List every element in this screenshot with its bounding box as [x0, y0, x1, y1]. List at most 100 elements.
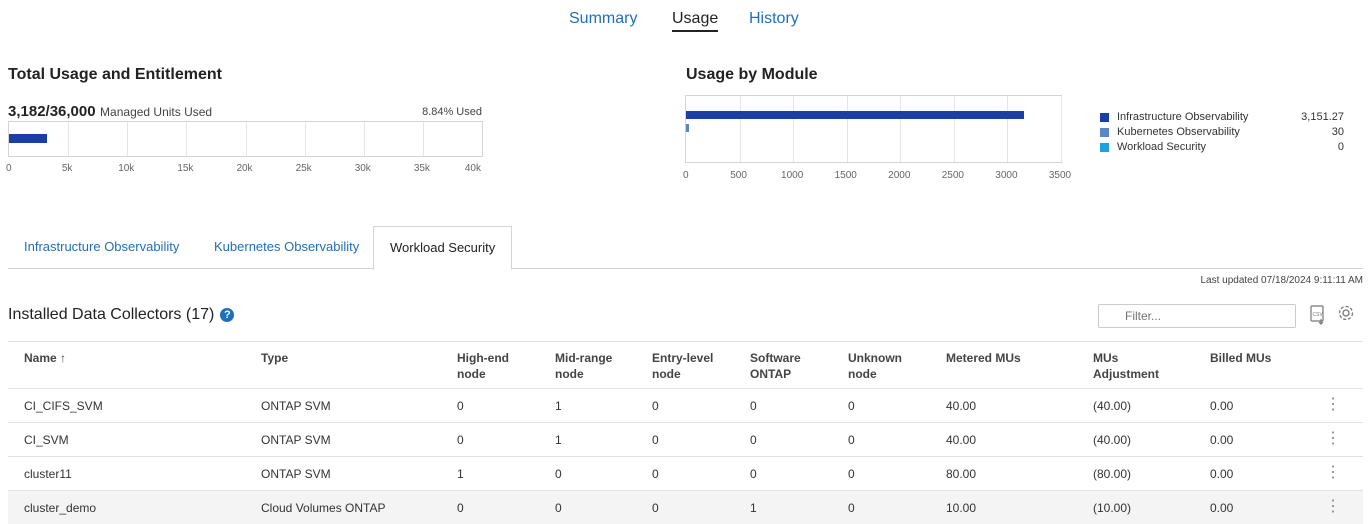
- gear-icon[interactable]: [1337, 304, 1355, 327]
- usage-by-module-chart: [685, 95, 1062, 163]
- svg-text:CSV: CSV: [1313, 312, 1324, 318]
- row-menu-icon[interactable]: ⋮: [1325, 462, 1341, 482]
- column-header[interactable]: Metered MUs: [946, 350, 1021, 366]
- table-cell: 1: [555, 399, 562, 413]
- help-icon[interactable]: ?: [220, 308, 235, 322]
- usage-axis-tick: 20k: [236, 163, 253, 174]
- table-cell: 0: [652, 501, 659, 515]
- usage-headline-value: 3,182/36,000: [8, 103, 96, 120]
- table-row[interactable]: cluster_demo Cloud Volumes ONTAP 0 0 0 1 0 10.0…: [0, 490, 1371, 524]
- module-gridline: [1061, 96, 1062, 162]
- table-cell: 0: [555, 467, 562, 481]
- module-gridline: [1007, 96, 1009, 162]
- usage-gridline: [186, 122, 188, 156]
- table-cell: ONTAP SVM: [261, 399, 331, 413]
- legend-value: 0: [1337, 141, 1344, 153]
- column-header[interactable]: MUs Adjustment: [1093, 350, 1159, 382]
- legend-swatch: [1100, 112, 1109, 122]
- table-cell: (40.00): [1093, 399, 1132, 413]
- module-axis-tick: 2000: [888, 170, 911, 181]
- usage-by-module-title: Usage by Module: [686, 66, 818, 83]
- column-header[interactable]: Mid-range node: [555, 350, 612, 382]
- tab-history[interactable]: History: [749, 10, 799, 28]
- table-cell: 0: [457, 501, 464, 515]
- usage-headline: 3,182/36,000 Managed Units Used: [8, 103, 212, 121]
- table-cell: 40.00: [946, 399, 977, 413]
- table-cell: 0: [848, 399, 855, 413]
- module-gridline: [793, 96, 795, 162]
- usage-gridline: [68, 122, 70, 156]
- row-menu-icon[interactable]: ⋮: [1325, 394, 1341, 414]
- module-axis-tick: 2500: [941, 170, 964, 181]
- collectors-title: Installed Data Collectors (17): [8, 306, 215, 323]
- column-header[interactable]: Billed MUs: [1210, 350, 1271, 366]
- table-cell: ONTAP SVM: [261, 467, 331, 481]
- usage-gridline: [422, 122, 424, 156]
- tab-summary[interactable]: Summary: [569, 10, 637, 28]
- usage-by-module-axis: 0 500 1000 1500 2000 2500 3000 3500: [683, 170, 1071, 182]
- legend-label: Infrastructure Observability: [1117, 111, 1249, 123]
- usage-axis-tick: 30k: [354, 163, 371, 174]
- tab-kubernetes-observability[interactable]: Kubernetes Observability: [198, 226, 375, 268]
- total-usage-axis: 0 5k 10k 15k 20k 25k 30k 35k 40k: [6, 163, 481, 175]
- table-cell: 0: [848, 433, 855, 447]
- total-usage-chart: [8, 121, 483, 157]
- table-row[interactable]: CI_SVM ONTAP SVM 0 1 0 0 0 40.00 (40.00) 0.00 ⋮: [0, 422, 1371, 456]
- table-cell: (80.00): [1093, 467, 1132, 481]
- table-cell: 0: [457, 399, 464, 413]
- table-top-divider: [8, 341, 1363, 342]
- table-cell: 1: [555, 433, 562, 447]
- table-cell: (10.00): [1093, 501, 1132, 515]
- table-cell: 0: [750, 433, 757, 447]
- tab-usage[interactable]: Usage: [672, 10, 719, 32]
- module-axis-tick: 3000: [995, 170, 1018, 181]
- usage-gridline: [363, 122, 365, 156]
- module-axis-tick: 1500: [834, 170, 857, 181]
- filter-input[interactable]: [1098, 304, 1296, 328]
- table-cell: 0: [848, 501, 855, 515]
- table-cell: ONTAP SVM: [261, 433, 331, 447]
- table-cell: 0: [555, 501, 562, 515]
- usage-bar: [9, 134, 47, 143]
- row-menu-icon[interactable]: ⋮: [1325, 496, 1341, 516]
- table-row[interactable]: CI_CIFS_SVM ONTAP SVM 0 1 0 0 0 40.00 (40.00) 0.0…: [0, 388, 1371, 422]
- usage-axis-tick: 5k: [61, 163, 73, 174]
- column-header[interactable]: Name ↑: [24, 350, 66, 366]
- table-cell: Cloud Volumes ONTAP: [261, 501, 386, 515]
- legend-item: Workload Security: [1100, 141, 1206, 153]
- module-axis-tick: 3500: [1048, 170, 1072, 181]
- table-cell: 0: [750, 467, 757, 481]
- table-cell: 0: [652, 467, 659, 481]
- last-updated: Last updated 07/18/2024 9:11:11 AM: [1200, 275, 1363, 286]
- table-cell: 0: [652, 399, 659, 413]
- table-cell: 0: [750, 399, 757, 413]
- column-header[interactable]: Unknown node: [848, 350, 902, 382]
- table-cell: CI_CIFS_SVM: [24, 399, 103, 413]
- legend-value: 3,151.27: [1301, 111, 1344, 123]
- module-gridline: [953, 96, 955, 162]
- table-cell: 10.00: [946, 501, 977, 515]
- export-csv-icon[interactable]: CSV: [1309, 305, 1327, 330]
- collectors-heading: Installed Data Collectors (17) ?: [8, 306, 235, 324]
- table-row[interactable]: cluster11 ONTAP SVM 1 0 0 0 0 80.00 (80.00) 0.00 ⋮: [0, 456, 1371, 490]
- module-bar: [686, 111, 1024, 119]
- table-cell: 0: [848, 467, 855, 481]
- table-cell: cluster11: [24, 467, 72, 481]
- table-cell: (40.00): [1093, 433, 1132, 447]
- module-axis-tick: 1000: [781, 170, 804, 181]
- row-menu-icon[interactable]: ⋮: [1325, 428, 1341, 448]
- column-header[interactable]: High-end node: [457, 350, 509, 382]
- usage-axis-tick: 15k: [177, 163, 194, 174]
- column-header[interactable]: Software ONTAP: [750, 350, 801, 382]
- usage-headline-suffix: Managed Units Used: [100, 105, 213, 119]
- legend-item: Infrastructure Observability: [1100, 111, 1248, 123]
- module-axis-tick: 500: [730, 170, 747, 181]
- column-header[interactable]: Type: [261, 350, 288, 366]
- column-header[interactable]: Entry-level node: [652, 350, 713, 382]
- tab-workload-security[interactable]: Workload Security: [373, 226, 513, 270]
- module-gridline: [739, 96, 741, 162]
- module-bar: [686, 124, 690, 132]
- usage-axis-tick: 40k: [464, 163, 481, 174]
- legend-label: Workload Security: [1117, 141, 1207, 153]
- tab-infrastructure-observability[interactable]: Infrastructure Observability: [8, 226, 195, 268]
